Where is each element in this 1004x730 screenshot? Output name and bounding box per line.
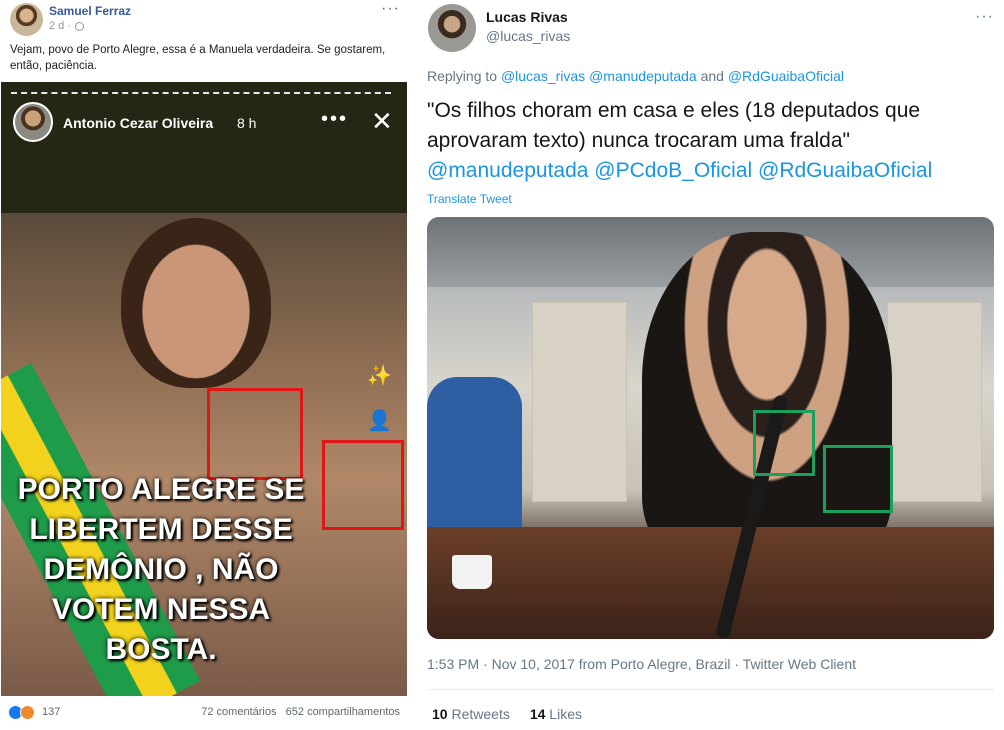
likes-stat[interactable]: 14 Likes <box>530 706 582 722</box>
likes-label: Likes <box>549 706 582 722</box>
highlight-box-green <box>823 445 893 513</box>
story-author-name: Antonio Cezar Oliveira <box>63 115 214 131</box>
mention-link[interactable]: @lucas_rivas <box>501 68 585 84</box>
add-user-icon: 👤 <box>367 410 392 432</box>
story-screenshot: Antonio Cezar Oliveira 8 h ••• ✕ ✨ 👤 POR… <box>1 82 407 696</box>
close-icon: ✕ <box>371 106 393 136</box>
tweet-photo[interactable] <box>427 217 994 639</box>
divider <box>427 689 994 690</box>
story-time: 8 h <box>237 115 257 131</box>
mention-link[interactable]: @RdGuaibaOficial <box>728 68 844 84</box>
tweet-metadata[interactable]: 1:53 PM · Nov 10, 2017 from Porto Alegre… <box>427 656 856 672</box>
replying-label: Replying to <box>427 68 498 84</box>
facebook-post: Samuel Ferraz 2 d · ··· Vejam, povo de P… <box>0 0 410 730</box>
retweets-label: Retweets <box>451 706 510 722</box>
story-avatar <box>13 102 53 142</box>
story-progress-bar <box>11 92 391 94</box>
wall-panel <box>887 302 982 502</box>
tweet-text: "Os filhos choram em casa e eles (18 dep… <box>427 96 987 186</box>
shares-count[interactable]: 652 compartilhamentos <box>286 706 400 718</box>
person-face <box>121 218 271 388</box>
tweet: Lucas Rivas @lucas_rivas ··· Replying to… <box>414 0 1004 730</box>
avatar[interactable] <box>10 3 43 36</box>
more-options-icon[interactable]: ··· <box>381 0 400 18</box>
tweet-stats: 10 Retweets 14 Likes <box>432 706 582 722</box>
tweet-author-name[interactable]: Lucas Rivas <box>486 9 568 25</box>
highlight-box-green <box>753 410 815 476</box>
translate-tweet-link[interactable]: Translate Tweet <box>427 192 512 206</box>
post-text: Vejam, povo de Porto Alegre, essa é a Ma… <box>10 44 386 72</box>
highlight-box-red <box>322 440 404 530</box>
mention-link[interactable]: @PCdoB_Oficial <box>594 159 752 182</box>
story-more-icon: ••• <box>321 108 349 130</box>
globe-icon <box>75 21 85 31</box>
replying-to-line: Replying to @lucas_rivas @manudeputada a… <box>427 68 844 84</box>
more-options-icon[interactable]: ··· <box>975 8 994 26</box>
engagement-stats: 72 comentários 652 compartilhamentos <box>201 706 400 718</box>
angry-reaction-icon <box>20 705 35 720</box>
post-time[interactable]: 2 d · <box>49 20 71 32</box>
avatar[interactable] <box>428 4 476 52</box>
and-label: and <box>700 68 724 84</box>
mention-link[interactable]: @manudeputada <box>589 68 697 84</box>
reactions-count[interactable]: 137 <box>42 706 60 718</box>
mention-link[interactable]: @manudeputada <box>427 159 588 182</box>
retweets-stat[interactable]: 10 Retweets <box>432 706 510 722</box>
mention-link[interactable]: @RdGuaibaOficial <box>758 159 932 182</box>
post-footer: 137 72 comentários 652 compartilhamentos <box>0 700 410 728</box>
likes-count: 14 <box>529 706 546 722</box>
retweets-count: 10 <box>432 706 448 722</box>
desk <box>427 527 994 639</box>
comments-count[interactable]: 72 comentários <box>201 706 276 718</box>
magic-wand-icon: ✨ <box>367 365 392 387</box>
post-timestamp: 2 d · <box>49 20 85 32</box>
wall-panel <box>532 302 627 502</box>
story-caption: PORTO ALEGRE SE LIBERTEM DESSE DEMÔNIO ,… <box>17 473 305 666</box>
tweet-author-handle[interactable]: @lucas_rivas <box>486 28 570 44</box>
highlight-box-red <box>207 388 303 480</box>
tweet-quote: "Os filhos choram em casa e eles (18 dep… <box>427 99 921 152</box>
cup <box>452 555 492 589</box>
post-author-name[interactable]: Samuel Ferraz <box>49 4 131 18</box>
